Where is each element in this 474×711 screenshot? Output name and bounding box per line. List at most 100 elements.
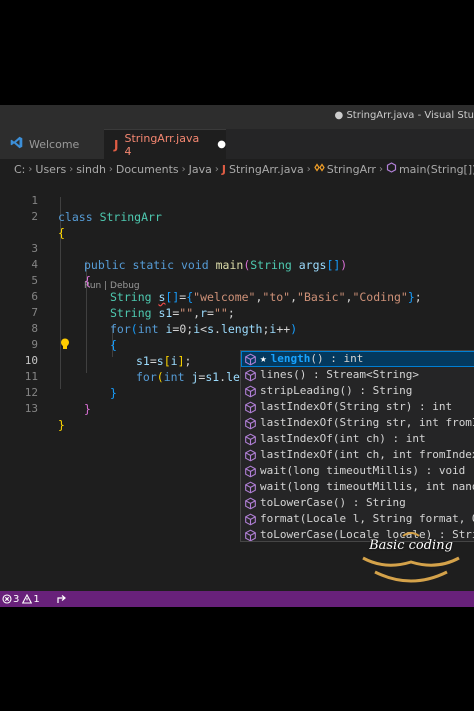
code-text: { (110, 338, 117, 352)
suggestion-item[interactable]: lastIndexOf (String str) : int (241, 399, 474, 415)
code-line: 2 { (0, 193, 65, 240)
breadcrumb-class[interactable]: StringArr (327, 163, 376, 176)
suggestion-signature: () : String (332, 496, 406, 509)
code-line: 3 public static void main(String args[]) (0, 225, 347, 272)
code-line: 5 String s[]={"welcome","to","Basic","Co… (0, 257, 421, 304)
method-icon (245, 529, 256, 541)
breadcrumb-java[interactable]: Java (189, 163, 212, 176)
suggestion-name: length (270, 352, 311, 365)
suggestion-item[interactable]: toLowerCase () : String (241, 495, 474, 511)
code-line: 13 } (0, 385, 65, 432)
problems-indicator[interactable]: 3 1 (2, 594, 43, 605)
warning-count: 1 (33, 593, 40, 605)
suggestion-name: lastIndexOf (260, 416, 333, 429)
suggestion-signature: () : String (339, 384, 413, 397)
chevron-right-icon: › (69, 163, 74, 175)
suggestion-name: lines (260, 368, 294, 381)
breadcrumb: C: › Users › sindh › Documents › Java › … (0, 159, 474, 179)
live-share-icon[interactable] (57, 594, 69, 604)
chevron-right-icon: › (28, 163, 33, 175)
breadcrumb-method[interactable]: main(String[]) (399, 163, 474, 176)
method-icon (245, 497, 256, 509)
suggestion-name: wait (260, 480, 287, 493)
chevron-right-icon: › (181, 163, 186, 175)
breadcrumb-file[interactable]: StringArr.java (229, 163, 304, 176)
error-count: 3 (13, 593, 20, 605)
suggestion-name: toLowerCase (260, 496, 333, 509)
suggestion-name: toLowerCase (260, 528, 333, 541)
window-title: ● StringArr.java - Visual Stu (334, 110, 474, 121)
code-text: s1=s[i]; (136, 354, 192, 368)
code-text: { (84, 274, 91, 288)
breadcrumb-sindh[interactable]: sindh (76, 163, 106, 176)
code-text: public static void main(String args[]) (84, 258, 348, 272)
code-line: 9 s1=s[i]; (0, 321, 191, 368)
code-text: for(int j=s1.len) (136, 370, 254, 384)
method-icon (245, 353, 256, 365)
method-icon (245, 449, 256, 461)
method-icon (245, 385, 256, 397)
suggestion-signature: (int ch) : int (332, 432, 426, 445)
code-text: class StringArr (58, 210, 162, 224)
code-text: } (84, 402, 91, 416)
suggestion-item[interactable]: stripLeading () : String (241, 383, 474, 399)
warning-icon (22, 594, 33, 604)
chevron-right-icon: › (306, 163, 311, 175)
code-text: { (58, 226, 65, 240)
breadcrumb-documents[interactable]: Documents (116, 163, 179, 176)
suggestion-signature: (String str) : int (332, 400, 453, 413)
vscode-icon (10, 136, 23, 152)
suggestion-item[interactable]: wait (long timeoutMillis, int nanos (241, 479, 474, 495)
suggestion-item[interactable]: lastIndexOf (int ch, int fromIndex (241, 447, 474, 463)
suggestion-name: lastIndexOf (260, 400, 333, 413)
breadcrumb-users[interactable]: Users (35, 163, 66, 176)
code-line: 12 } (0, 369, 91, 416)
code-line: 10 for(int j=s1.len) (0, 337, 254, 384)
method-icon (245, 465, 256, 477)
code-line: 8 { (0, 305, 117, 352)
chevron-right-icon: › (214, 163, 219, 175)
line-number: 2 (31, 210, 38, 223)
suggestion-signature: () : int (310, 352, 364, 365)
class-icon (314, 163, 325, 175)
suggestion-item[interactable]: wait (long timeoutMillis) : void (241, 463, 474, 479)
code-text: String s[]={"welcome","to","Basic","Codi… (110, 290, 422, 304)
lightbulb-icon[interactable] (60, 335, 70, 349)
chevron-right-icon: › (378, 163, 383, 175)
suggestion-item[interactable]: lastIndexOf (String str, int fromIn (241, 415, 474, 431)
suggestion-signature: (Locale l, String format, Ob (299, 512, 474, 525)
autocomplete-suggestions[interactable]: ★ length () : int lines () : Stream<Stri… (240, 350, 474, 542)
suggestion-item[interactable]: format (Locale l, String format, Ob (241, 511, 474, 527)
suggestion-signature: (long timeoutMillis) : void (286, 464, 466, 477)
suggestion-item[interactable]: lines () : Stream<String> (241, 367, 474, 383)
method-icon (245, 513, 256, 525)
suggestion-name: stripLeading (260, 384, 340, 397)
suggestion-signature: (String str, int fromIn (332, 416, 474, 429)
watermark-logo: Basic coding (355, 532, 467, 590)
breadcrumb-drive[interactable]: C: (14, 163, 25, 176)
chevron-right-icon: › (108, 163, 113, 175)
suggestion-name: wait (260, 464, 287, 477)
suggestion-signature: (long timeoutMillis, int nanos (286, 480, 474, 493)
star-icon: ★ (260, 352, 267, 365)
title-bar: ● StringArr.java - Visual Stu (0, 105, 474, 129)
tab-welcome[interactable]: Welcome (0, 129, 104, 159)
tab-welcome-label: Welcome (29, 137, 80, 151)
unsaved-dot-icon[interactable]: ● (217, 139, 226, 150)
code-text: String s1="",r=""; (110, 306, 235, 320)
suggestion-name: lastIndexOf (260, 448, 333, 461)
status-bar: 3 1 (0, 591, 474, 607)
method-icon (245, 481, 256, 493)
suggestion-signature: (int ch, int fromIndex (332, 448, 474, 461)
code-line: 11 } (0, 353, 117, 400)
suggestion-item[interactable]: ★ length () : int (241, 351, 474, 367)
suggestion-signature: () : Stream<String> (293, 368, 419, 381)
tab-stringarr-java[interactable]: J StringArr.java 4 ● (104, 129, 226, 159)
method-icon (245, 417, 256, 429)
code-text: for(int i=0;i<s.length;i++) (110, 322, 298, 336)
method-icon (386, 162, 397, 176)
code-line: 7 for(int i=0;i<s.length;i++) (0, 289, 297, 336)
suggestion-name: lastIndexOf (260, 432, 333, 445)
suggestion-item[interactable]: lastIndexOf (int ch) : int (241, 431, 474, 447)
error-icon (2, 594, 12, 604)
